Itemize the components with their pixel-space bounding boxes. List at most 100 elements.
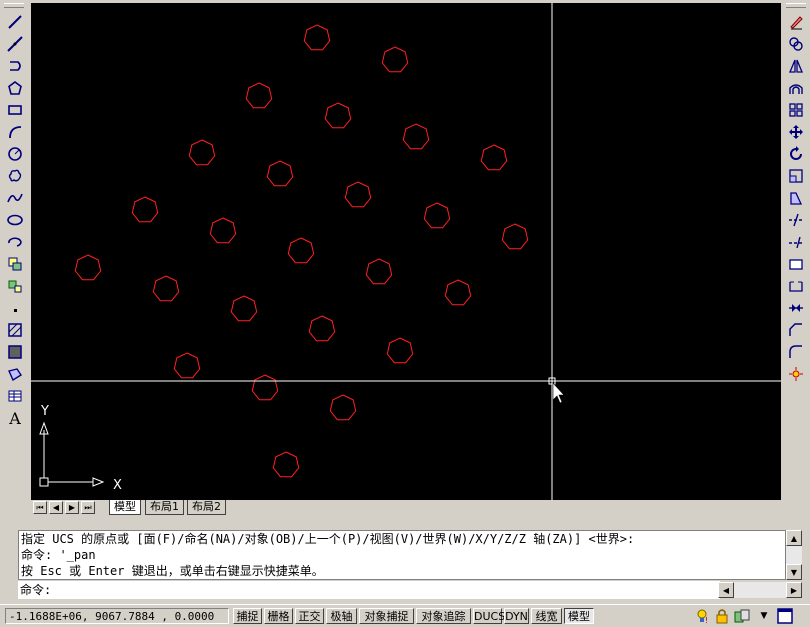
- polygon-entity[interactable]: [131, 196, 159, 223]
- polygon-entity[interactable]: [303, 24, 331, 51]
- polygon-entity[interactable]: [402, 123, 430, 150]
- osnap-toggle[interactable]: 对象捕捉: [359, 608, 414, 624]
- polygon-entity[interactable]: [188, 139, 216, 166]
- hatch-icon[interactable]: [4, 320, 26, 340]
- trim-icon[interactable]: [785, 210, 807, 230]
- last-tab-button[interactable]: ⏭: [81, 501, 95, 514]
- construction-line-icon[interactable]: [4, 34, 26, 54]
- move-icon[interactable]: [785, 122, 807, 142]
- polygon-entity[interactable]: [308, 315, 336, 342]
- scroll-up-button[interactable]: ▲: [786, 530, 802, 546]
- tab-model[interactable]: 模型: [109, 500, 141, 515]
- fillet-icon[interactable]: [785, 342, 807, 362]
- polygon-entity[interactable]: [344, 181, 372, 208]
- polygon-entity[interactable]: [287, 237, 315, 264]
- region-icon[interactable]: [4, 364, 26, 384]
- polygon-entity[interactable]: [173, 352, 201, 379]
- clean-screen-icon[interactable]: [776, 607, 794, 625]
- extend-icon[interactable]: [785, 232, 807, 252]
- rectangle-icon[interactable]: [4, 100, 26, 120]
- model-space[interactable]: Y X: [31, 3, 781, 500]
- polygon-entity[interactable]: [230, 295, 258, 322]
- mirror-icon[interactable]: [785, 56, 807, 76]
- polygon-entity[interactable]: [444, 279, 472, 306]
- polygon-entity[interactable]: [266, 160, 294, 187]
- revision-cloud-icon[interactable]: [4, 166, 26, 186]
- make-block-icon[interactable]: [4, 276, 26, 296]
- rotate-icon[interactable]: [785, 144, 807, 164]
- circle-icon[interactable]: [4, 144, 26, 164]
- ellipse-icon[interactable]: [4, 210, 26, 230]
- join-icon[interactable]: [785, 298, 807, 318]
- insert-block-icon[interactable]: [4, 254, 26, 274]
- polygon-entity[interactable]: [423, 202, 451, 229]
- polygon-icon[interactable]: [4, 78, 26, 98]
- chamfer-icon[interactable]: [785, 320, 807, 340]
- grid-toggle[interactable]: 栅格: [264, 608, 293, 624]
- explode-icon[interactable]: [785, 364, 807, 384]
- lock-icon[interactable]: [714, 607, 730, 625]
- previous-tab-button[interactable]: ◀: [49, 501, 63, 514]
- polygon-entity[interactable]: [209, 217, 237, 244]
- command-window: 指定 UCS 的原点或 [面(F)/命名(NA)/对象(OB)/上一个(P)/视…: [0, 522, 810, 602]
- ortho-toggle[interactable]: 正交: [295, 608, 324, 624]
- gradient-icon[interactable]: [4, 342, 26, 362]
- break-icon[interactable]: [785, 276, 807, 296]
- polygon-entity[interactable]: [152, 275, 180, 302]
- ducs-toggle[interactable]: DUCS: [473, 608, 505, 624]
- polyline-icon[interactable]: [4, 56, 26, 76]
- stretch-icon[interactable]: [785, 188, 807, 208]
- dropdown-arrow-icon[interactable]: ▼: [758, 607, 770, 625]
- lineweight-toggle[interactable]: 线宽: [531, 608, 562, 624]
- point-icon[interactable]: [4, 298, 26, 318]
- array-icon[interactable]: [785, 100, 807, 120]
- otrack-toggle[interactable]: 对象追踪: [416, 608, 471, 624]
- command-history-line: 命令: '_pan: [21, 548, 96, 562]
- polygon-entity[interactable]: [324, 102, 352, 129]
- table-icon[interactable]: [4, 386, 26, 406]
- line-icon[interactable]: [4, 12, 26, 32]
- polygon-entity[interactable]: [272, 451, 300, 478]
- drawing-area[interactable]: Y X: [31, 3, 781, 500]
- ellipse-arc-icon[interactable]: [4, 232, 26, 252]
- layout-tab-bar: ⏮ ◀ ▶ ⏭ 模型 布局1 布局2: [31, 500, 781, 516]
- erase-icon[interactable]: [785, 12, 807, 32]
- scroll-down-button[interactable]: ▼: [786, 564, 802, 580]
- dyn-toggle[interactable]: DYN: [504, 608, 529, 624]
- history-scrollbar[interactable]: ▲ ▼: [786, 530, 802, 580]
- polygon-entity[interactable]: [480, 144, 508, 171]
- snap-toggle[interactable]: 捕捉: [233, 608, 262, 624]
- tab-layout1[interactable]: 布局1: [145, 500, 184, 515]
- coordinate-display[interactable]: -1.1688E+06, 9067.7884 , 0.0000: [5, 608, 229, 624]
- ucs-y-label: Y: [40, 404, 49, 419]
- multiline-text-icon[interactable]: A: [4, 408, 26, 428]
- polar-toggle[interactable]: 极轴: [326, 608, 357, 624]
- polygon-entity[interactable]: [251, 374, 279, 401]
- polygon-entity[interactable]: [501, 223, 529, 250]
- polygon-entity[interactable]: [329, 394, 357, 421]
- command-horizontal-scrollbar[interactable]: ◀ ▶: [718, 582, 802, 598]
- first-tab-button[interactable]: ⏮: [33, 501, 47, 514]
- toolbar-grip[interactable]: [786, 3, 806, 8]
- scroll-right-button[interactable]: ▶: [786, 582, 802, 598]
- arc-icon[interactable]: [4, 122, 26, 142]
- copy-icon[interactable]: [785, 34, 807, 54]
- command-history: 指定 UCS 的原点或 [面(F)/命名(NA)/对象(OB)/上一个(P)/视…: [18, 530, 786, 580]
- spline-icon[interactable]: [4, 188, 26, 208]
- communication-center-icon[interactable]: !: [694, 607, 712, 625]
- break-at-point-icon[interactable]: [785, 254, 807, 274]
- polygon-entity[interactable]: [245, 82, 273, 109]
- scroll-left-button[interactable]: ◀: [718, 582, 734, 598]
- offset-icon[interactable]: [785, 78, 807, 98]
- tray-settings-icon[interactable]: [732, 607, 754, 625]
- polygon-entity[interactable]: [74, 254, 102, 281]
- scale-icon[interactable]: [785, 166, 807, 186]
- polygon-entity[interactable]: [365, 258, 393, 285]
- command-input[interactable]: 命令:: [18, 581, 720, 599]
- toolbar-grip[interactable]: [4, 3, 24, 8]
- polygon-entity[interactable]: [386, 337, 414, 364]
- next-tab-button[interactable]: ▶: [65, 501, 79, 514]
- model-toggle[interactable]: 模型: [564, 608, 594, 624]
- polygon-entity[interactable]: [381, 46, 409, 73]
- tab-layout2[interactable]: 布局2: [187, 500, 226, 515]
